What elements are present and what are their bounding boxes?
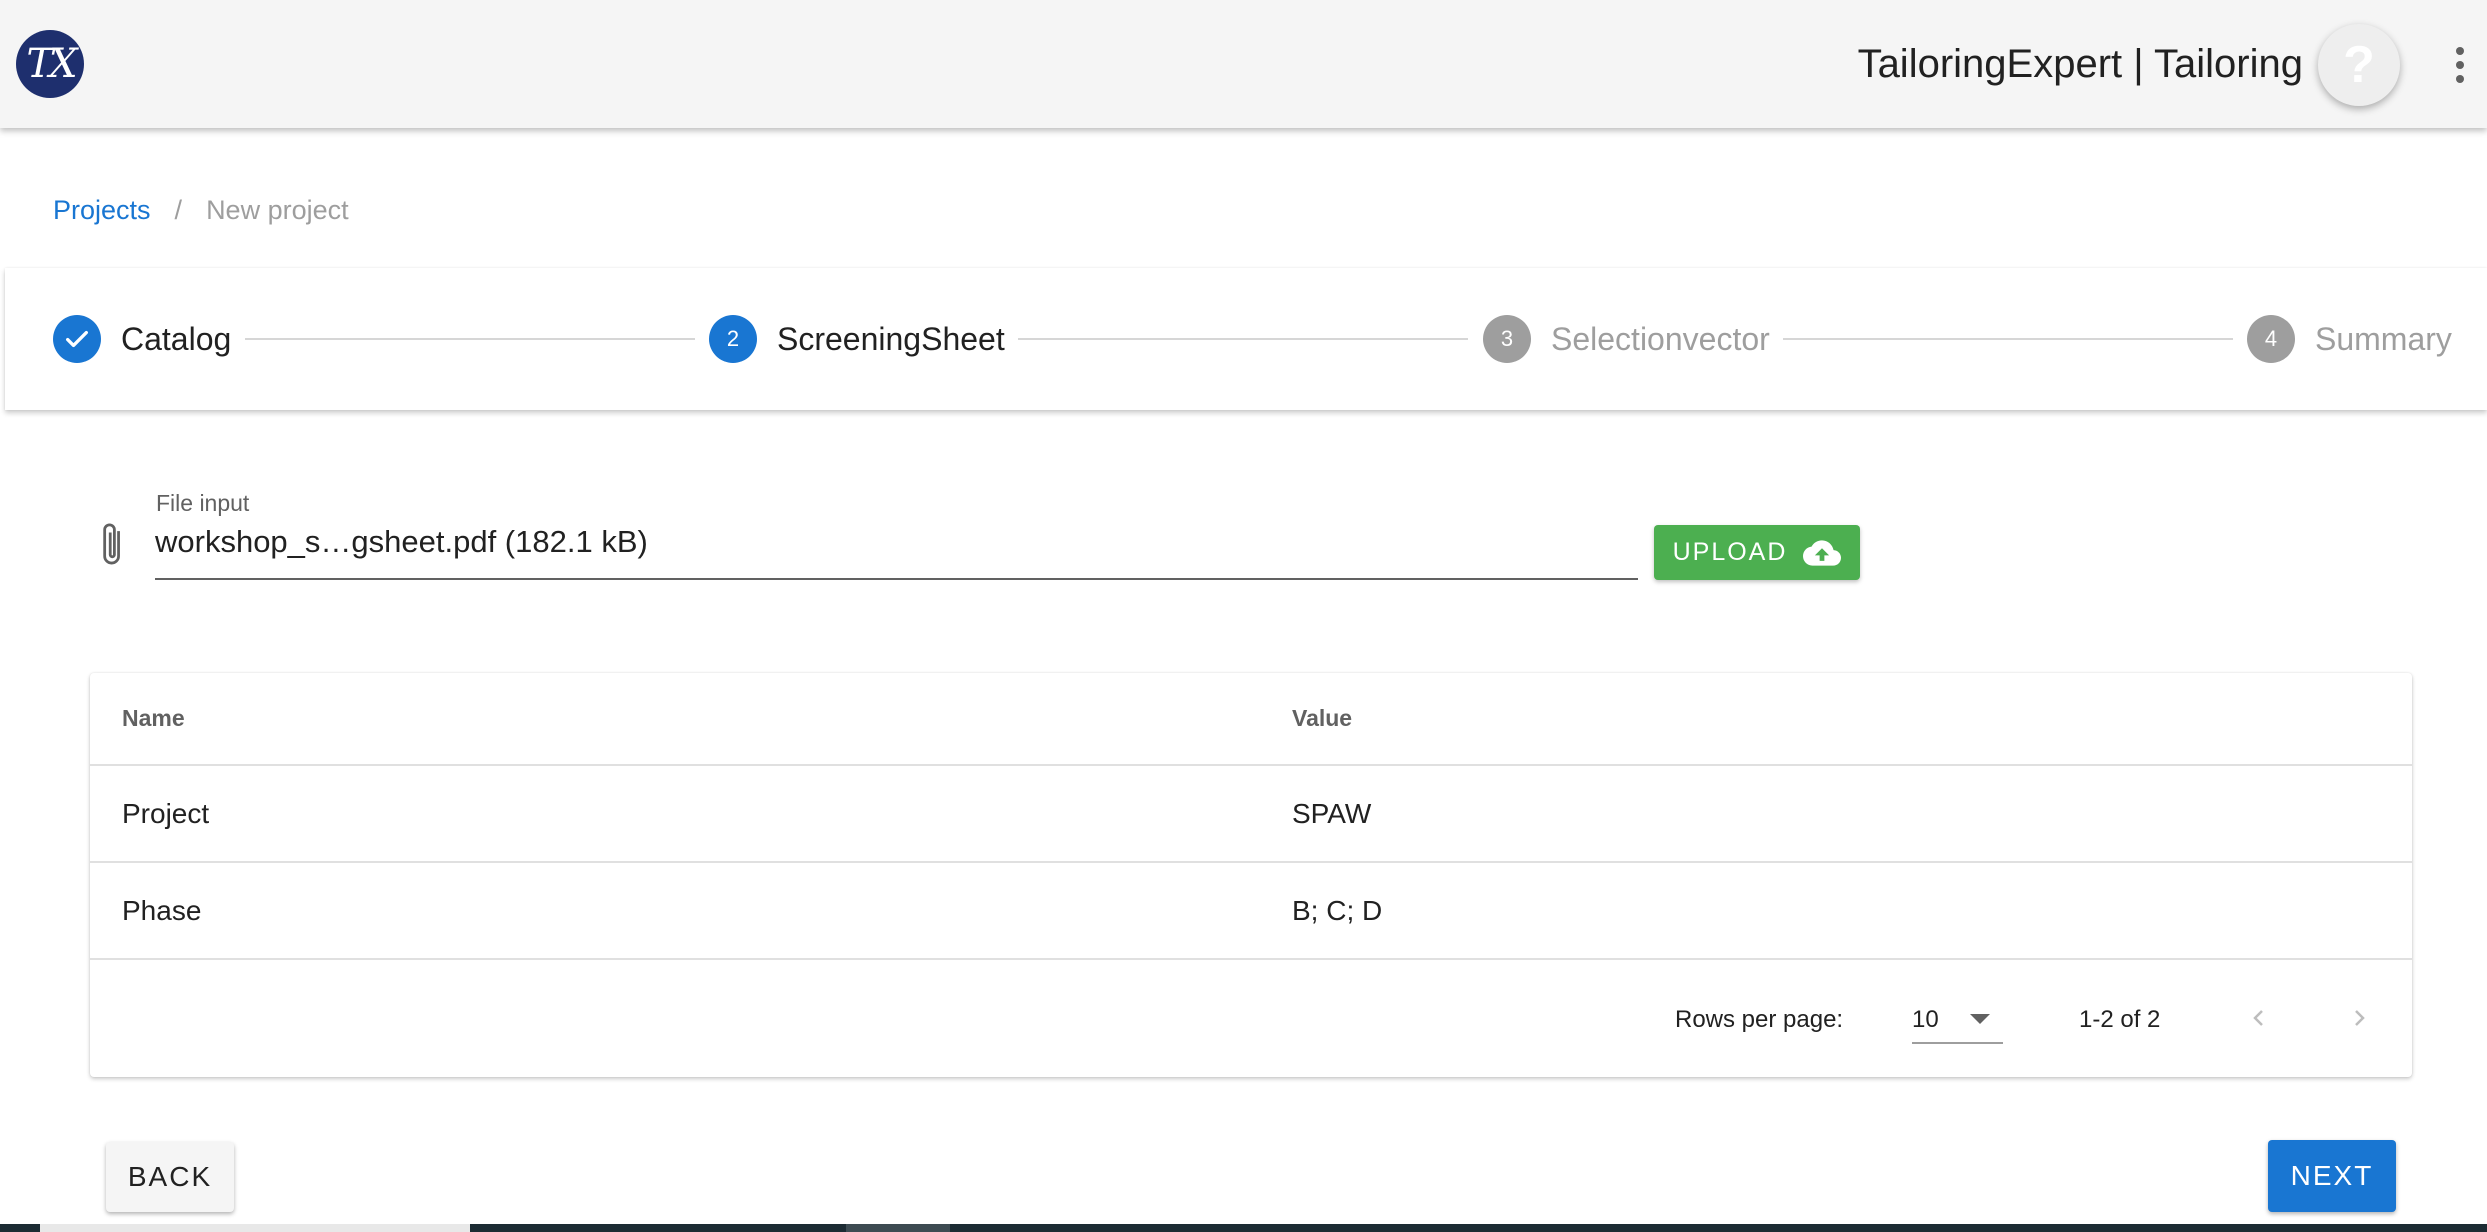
chevron-right-icon — [2355, 1010, 2365, 1026]
rows-per-page-select[interactable]: 10 — [1912, 990, 2003, 1044]
step-label-catalog: Catalog — [121, 320, 232, 357]
bottom-strip — [0, 1224, 2487, 1232]
column-header-value[interactable]: Value — [1292, 673, 1352, 764]
more-vert-icon — [2456, 47, 2464, 55]
next-button-label: NEXT — [2290, 1160, 2374, 1191]
upload-button[interactable]: UPLOAD — [1654, 525, 1860, 580]
next-button[interactable]: NEXT — [2268, 1140, 2396, 1212]
table-row: Project SPAW — [90, 766, 2412, 863]
next-page-button[interactable] — [2339, 998, 2379, 1038]
more-menu-button[interactable] — [2446, 40, 2474, 90]
help-button[interactable]: ? — [2318, 24, 2400, 106]
app-title: TailoringExpert | Tailoring — [1857, 42, 2303, 86]
table-header-row: Name Value — [90, 673, 2412, 766]
step-screeningsheet[interactable]: 2 ScreeningSheet — [709, 314, 1005, 364]
back-button-label: BACK — [127, 1161, 213, 1192]
stepper: Catalog 2 ScreeningSheet 3 Selectionvect… — [5, 268, 2487, 410]
breadcrumb-separator: / — [174, 195, 183, 225]
previous-page-button[interactable] — [2239, 998, 2279, 1038]
step-connector-3 — [1783, 338, 2233, 340]
step-connector-2 — [1018, 338, 1468, 340]
caret-down-icon — [1970, 1014, 1990, 1024]
row-value-cell: B; C; D — [1292, 894, 1383, 926]
step-selectionvector[interactable]: 3 Selectionvector — [1483, 314, 1770, 364]
chevron-left-icon — [2253, 1010, 2263, 1026]
back-button[interactable]: BACK — [106, 1142, 234, 1212]
paperclip-icon[interactable] — [96, 520, 130, 570]
table-row: Phase B; C; D — [90, 863, 2412, 960]
breadcrumb-current: New project — [206, 195, 349, 225]
breadcrumb-projects-link[interactable]: Projects — [53, 190, 151, 230]
rows-per-page-label: Rows per page: — [1675, 1006, 1844, 1033]
row-name-cell: Project — [122, 797, 210, 829]
step-label-summary: Summary — [2315, 320, 2452, 357]
step-summary[interactable]: 4 Summary — [2247, 314, 2452, 364]
row-value-cell: SPAW — [1292, 797, 1372, 829]
step-number-2: 2 — [709, 315, 757, 363]
upload-button-label: UPLOAD — [1672, 538, 1788, 566]
page-info: 1-2 of 2 — [2079, 1006, 2161, 1033]
check-icon — [53, 315, 101, 363]
step-catalog[interactable]: Catalog — [53, 314, 231, 364]
column-header-name[interactable]: Name — [122, 673, 185, 764]
breadcrumb: Projects / New project — [53, 190, 349, 230]
logo-text: TX — [26, 41, 77, 87]
step-number-4: 4 — [2247, 315, 2295, 363]
step-label-selectionvector: Selectionvector — [1551, 320, 1770, 357]
cloud-upload-icon — [1803, 539, 1842, 566]
table-footer: Rows per page: 10 1-2 of 2 — [90, 960, 2412, 1077]
step-number-3: 3 — [1483, 315, 1531, 363]
step-label-screeningsheet: ScreeningSheet — [777, 320, 1005, 357]
row-name-cell: Phase — [122, 894, 202, 926]
rows-per-page-value: 10 — [1912, 1006, 1939, 1033]
step-connector-1 — [245, 338, 695, 340]
file-input-label: File input — [156, 490, 250, 516]
file-input[interactable]: File input workshop_s…gsheet.pdf (182.1 … — [155, 490, 1638, 580]
file-input-value: workshop_s…gsheet.pdf (182.1 kB) — [155, 524, 648, 559]
help-icon: ? — [2343, 36, 2375, 94]
screening-data-table: Name Value Project SPAW Phase B; C; D Ro… — [90, 673, 2412, 1077]
app-logo[interactable]: TX — [16, 30, 84, 98]
app-bar: TX TailoringExpert | Tailoring ? — [0, 0, 2487, 128]
